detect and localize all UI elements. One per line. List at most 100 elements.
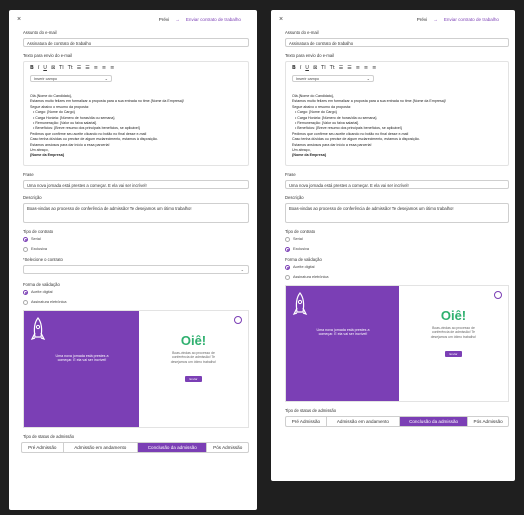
send-contract-button[interactable]: Enviar contrato de trabalho bbox=[186, 17, 241, 22]
description-input[interactable]: Boas-vindas ao processo de conferência d… bbox=[285, 202, 509, 223]
chevron-down-icon: ⌄ bbox=[366, 76, 370, 81]
list-ordered-icon[interactable]: ☰ bbox=[85, 65, 89, 71]
right-panel: × Prévi → Enviar contrato de trabalho As… bbox=[271, 10, 515, 481]
preview-right-panel: Oiê! Boas-vindas ao processo de conferên… bbox=[139, 310, 248, 427]
underline-icon[interactable]: U bbox=[43, 65, 47, 71]
phrase-label: Frase bbox=[23, 171, 34, 177]
phrase-input[interactable]: Uma nova jornada está prestes a começar.… bbox=[285, 179, 509, 189]
logo-icon bbox=[234, 315, 242, 324]
chevron-down-icon: ⌄ bbox=[104, 76, 108, 81]
italic-icon[interactable]: I bbox=[300, 65, 301, 71]
subject-input[interactable]: Assinatura de contrato de trabalho bbox=[285, 38, 509, 47]
preview-button[interactable]: Prévi bbox=[417, 17, 427, 22]
contract-option-exclusiva[interactable]: Exclusiva bbox=[285, 246, 509, 252]
preview-right-panel: Oiê! Boas-vindas ao processo de conferên… bbox=[399, 285, 508, 401]
text-size-icon[interactable]: TI bbox=[59, 65, 64, 71]
preview-button[interactable]: Prévi bbox=[159, 17, 169, 22]
list-ordered-icon[interactable]: ☰ bbox=[347, 65, 351, 71]
body-line: {Nome da Empresa} bbox=[30, 153, 65, 158]
validation-option-digital[interactable]: Aceite digital bbox=[23, 289, 249, 295]
radio-label: Assinatura eletrônica bbox=[31, 300, 67, 305]
strike-icon[interactable]: ⊠ bbox=[51, 65, 55, 71]
validation-option-electronic[interactable]: Assinatura eletrônica bbox=[285, 274, 509, 280]
strike-icon[interactable]: ⊠ bbox=[313, 65, 317, 71]
align-center-icon[interactable]: ≡ bbox=[102, 65, 106, 71]
contract-option-serial[interactable]: Serial bbox=[285, 236, 509, 242]
email-preview: Uma nova jornada está prestes a começar.… bbox=[23, 309, 249, 428]
email-editor[interactable]: B I U ⊠ TI Tt ☰ ☰ ≡ ≡ ≡ Inserir campo ⌄ … bbox=[285, 61, 509, 166]
arrow-right-icon: → bbox=[175, 17, 180, 22]
radio-label: Aceite digital bbox=[293, 265, 315, 270]
phrase-label: Frase bbox=[285, 171, 296, 177]
align-left-icon[interactable]: ≡ bbox=[94, 65, 98, 71]
bold-icon[interactable]: B bbox=[292, 65, 296, 71]
status-tabs: Pré Admissão Admissão em andamento Concl… bbox=[21, 441, 249, 453]
align-center-icon[interactable]: ≡ bbox=[364, 65, 368, 71]
tab-pre-admissao[interactable]: Pré Admissão bbox=[286, 416, 327, 426]
validation-option-digital[interactable]: Aceite digital bbox=[285, 264, 509, 270]
radio-unselected-icon bbox=[23, 299, 28, 305]
list-icon[interactable]: ☰ bbox=[77, 65, 81, 71]
select-contract-label: *Selecione o contrato bbox=[23, 256, 63, 262]
tab-pre-admissao[interactable]: Pré Admissão bbox=[22, 442, 64, 452]
chevron-down-icon: ⌄ bbox=[240, 266, 244, 272]
body-label: Texto para envio do e-mail bbox=[23, 53, 73, 58]
contract-select[interactable]: ⌄ bbox=[23, 264, 249, 274]
align-left-icon[interactable]: ≡ bbox=[356, 65, 360, 71]
radio-label: Serial bbox=[31, 237, 41, 242]
validation-option-electronic[interactable]: Assinatura eletrônica bbox=[23, 299, 249, 305]
email-body[interactable]: Olá {Nome do Candidato}, Estamos muito f… bbox=[24, 88, 248, 165]
insert-field-dropdown[interactable]: Inserir campo ⌄ bbox=[292, 75, 374, 82]
description-label: Descrição bbox=[23, 194, 42, 200]
text-size-icon[interactable]: Tt bbox=[330, 65, 335, 71]
subject-input[interactable]: Assinatura de contrato de trabalho bbox=[23, 38, 249, 47]
radio-selected-icon bbox=[285, 246, 290, 252]
email-editor[interactable]: B I U ⊠ TI Tt ☰ ☰ ≡ ≡ ≡ Inserir campo ⌄ … bbox=[23, 61, 249, 166]
align-right-icon[interactable]: ≡ bbox=[110, 65, 114, 71]
tab-admissao-andamento[interactable]: Admissão em andamento bbox=[327, 416, 400, 426]
preview-left-panel: Uma nova jornada está prestes a começar.… bbox=[24, 310, 139, 427]
text-size-icon[interactable]: TI bbox=[321, 65, 326, 71]
align-right-icon[interactable]: ≡ bbox=[372, 65, 376, 71]
status-type-label: Tipo de status de admissão bbox=[23, 433, 75, 439]
send-contract-button[interactable]: Enviar contrato de trabalho bbox=[444, 17, 499, 22]
subject-label: Assunto do e-mail bbox=[23, 30, 57, 35]
email-preview: Uma nova jornada está prestes a começar.… bbox=[285, 284, 509, 402]
email-body[interactable]: Olá {Nome do Candidato}, Estamos muito f… bbox=[286, 88, 508, 165]
list-icon[interactable]: ☰ bbox=[339, 65, 343, 71]
panel-header: × Prévi → Enviar contrato de trabalho bbox=[271, 10, 515, 30]
radio-label: Exclusiva bbox=[31, 247, 48, 252]
close-icon[interactable]: × bbox=[17, 16, 21, 23]
left-panel: × Prévi → Enviar contrato de trabalho As… bbox=[9, 10, 257, 510]
description-input[interactable]: Boas-vindas ao processo de conferência d… bbox=[23, 202, 249, 223]
contract-option-serial[interactable]: Serial bbox=[23, 236, 249, 242]
tab-conclusao-admissao[interactable]: Conclusão da admissão bbox=[138, 442, 208, 452]
italic-icon[interactable]: I bbox=[38, 65, 39, 71]
radio-label: Assinatura eletrônica bbox=[293, 275, 329, 280]
description-label: Descrição bbox=[285, 194, 304, 200]
preview-phrase: Uma nova jornada está prestes a começar.… bbox=[55, 353, 109, 363]
insert-field-dropdown[interactable]: Inserir campo ⌄ bbox=[30, 75, 112, 82]
tab-pos-admissao[interactable]: Pós Admissão bbox=[207, 443, 248, 452]
rocket-icon bbox=[292, 291, 308, 315]
radio-selected-icon bbox=[285, 264, 290, 270]
radio-selected-icon bbox=[23, 236, 28, 242]
rocket-icon bbox=[30, 316, 46, 340]
close-icon[interactable]: × bbox=[279, 16, 283, 23]
tab-conclusao-admissao[interactable]: Conclusão da admissão bbox=[399, 416, 469, 426]
validation-label: Forma de validação bbox=[285, 256, 322, 262]
radio-unselected-icon bbox=[285, 236, 290, 242]
preview-greeting: Oiê! bbox=[180, 332, 207, 348]
phrase-input[interactable]: Uma nova jornada está prestes a começar.… bbox=[23, 179, 249, 189]
body-label: Texto para envio do e-mail bbox=[285, 53, 335, 58]
editor-toolbar: B I U ⊠ TI Tt ☰ ☰ ≡ ≡ ≡ bbox=[286, 62, 508, 73]
radio-label: Serial bbox=[293, 237, 303, 242]
status-type-label: Tipo de status de admissão bbox=[285, 407, 337, 413]
tab-admissao-andamento[interactable]: Admissão em andamento bbox=[64, 442, 139, 452]
contract-option-exclusiva[interactable]: Exclusiva bbox=[23, 246, 249, 252]
tab-pos-admissao[interactable]: Pós Admissão bbox=[468, 417, 508, 426]
body-line: {Nome da Empresa} bbox=[292, 153, 327, 158]
underline-icon[interactable]: U bbox=[305, 65, 309, 71]
text-size-icon[interactable]: Tt bbox=[68, 65, 73, 71]
bold-icon[interactable]: B bbox=[30, 65, 34, 71]
